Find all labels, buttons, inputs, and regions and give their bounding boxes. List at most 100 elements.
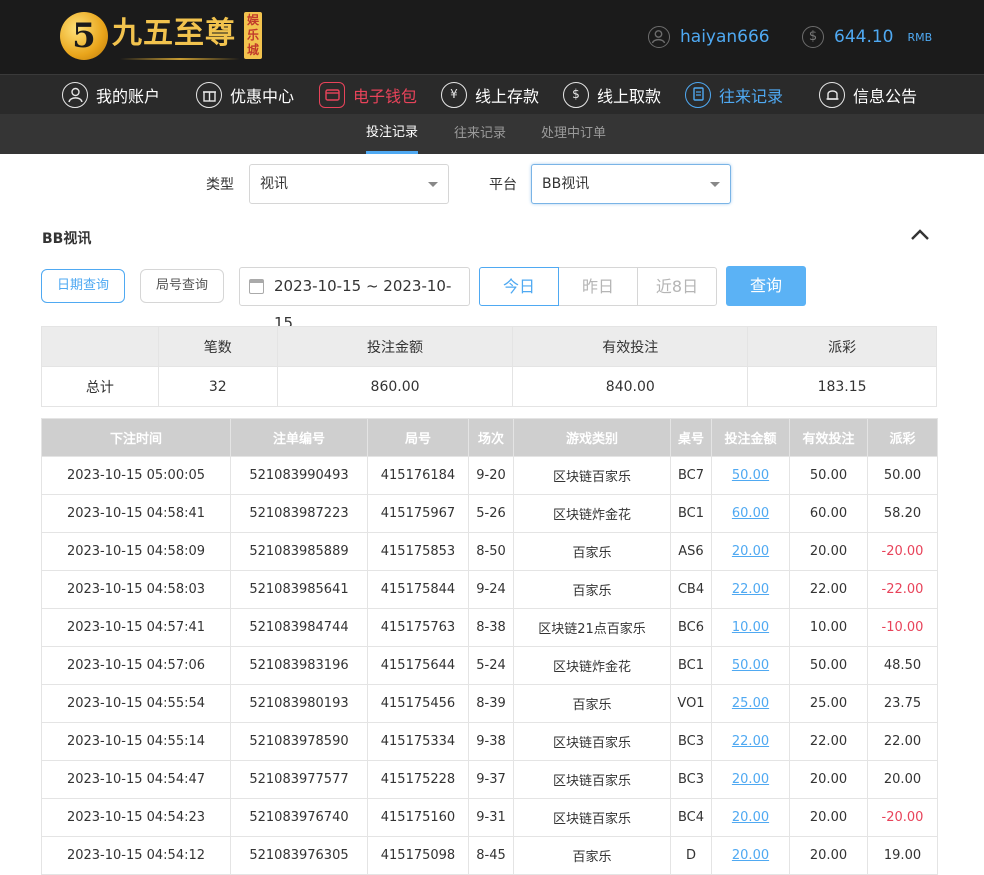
bet-amount-link[interactable]: 20.00 <box>711 532 790 571</box>
col-payout-cell: -20.00 <box>867 532 938 571</box>
col-game-type-cell: 百家乐 <box>513 532 671 571</box>
col-bet-id-header: 注单编号 <box>230 418 368 457</box>
summary-header <box>41 326 159 367</box>
bet-amount-link[interactable]: 20.00 <box>711 836 790 875</box>
today-button[interactable]: 今日 <box>479 267 559 306</box>
bell-icon <box>819 82 845 108</box>
col-valid-bet-cell: 20.00 <box>789 836 868 875</box>
user-icon <box>648 26 670 48</box>
col-bet-id-cell: 521083984744 <box>230 608 368 647</box>
balance-info[interactable]: $ 644.10 RMB <box>802 24 932 50</box>
logo-mark: 5 <box>60 12 108 60</box>
date-query-button[interactable]: 日期查询 <box>41 269 125 303</box>
bet-amount-link[interactable]: 50.00 <box>711 456 790 495</box>
col-payout-cell: 50.00 <box>867 456 938 495</box>
bet-amount-link[interactable]: 25.00 <box>711 684 790 723</box>
col-table-cell: VO1 <box>670 684 712 723</box>
bet-amount-link[interactable]: 20.00 <box>711 798 790 837</box>
bet-amount-link[interactable]: 10.00 <box>711 608 790 647</box>
bet-amount-link[interactable]: 22.00 <box>711 570 790 609</box>
col-table-cell: BC1 <box>670 494 712 533</box>
nav-announcements[interactable]: 信息公告 <box>819 79 917 111</box>
nav-label: 电子钱包 <box>353 87 418 106</box>
col-payout-cell: -10.00 <box>867 608 938 647</box>
table-row: 2023-10-15 04:54:47 521083977577 415175228… <box>41 760 938 799</box>
col-bet-time-cell: 2023-10-15 04:55:54 <box>41 684 231 723</box>
col-bet-id-cell: 521083977577 <box>230 760 368 799</box>
col-bet-time-cell: 2023-10-15 04:58:09 <box>41 532 231 571</box>
site-logo[interactable]: 5 九五至尊 娱乐城 <box>60 8 270 66</box>
col-bet-id-cell: 521083985641 <box>230 570 368 609</box>
col-game-type-cell: 区块链21点百家乐 <box>513 608 671 647</box>
bet-amount-link[interactable]: 60.00 <box>711 494 790 533</box>
col-session-cell: 8-45 <box>468 836 514 875</box>
tab-bet-records[interactable]: 投注记录 <box>366 114 419 154</box>
col-payout-cell: 23.75 <box>867 684 938 723</box>
table-row: 2023-10-15 05:00:05 521083990493 415176184… <box>41 456 938 495</box>
col-table-cell: BC3 <box>670 760 712 799</box>
search-button[interactable]: 查询 <box>726 266 806 306</box>
col-payout-cell: 48.50 <box>867 646 938 685</box>
nav-my-account[interactable]: 我的账户 <box>62 79 160 111</box>
last-8-days-button[interactable]: 近8日 <box>637 267 717 306</box>
bet-amount-link[interactable]: 20.00 <box>711 760 790 799</box>
col-table-cell: BC6 <box>670 608 712 647</box>
col-table-cell: CB4 <box>670 570 712 609</box>
nav-label: 优惠中心 <box>230 87 295 106</box>
round-query-button[interactable]: 局号查询 <box>140 269 224 303</box>
col-payout-cell: 19.00 <box>867 836 938 875</box>
col-payout-cell: -20.00 <box>867 798 938 837</box>
summary-header: 投注金额 <box>276 326 514 367</box>
col-bet-id-cell: 521083976305 <box>230 836 368 875</box>
tab-pending-orders[interactable]: 处理中订单 <box>541 114 606 154</box>
col-table-header: 桌号 <box>670 418 712 457</box>
col-session-cell: 8-38 <box>468 608 514 647</box>
nav-online-withdraw[interactable]: $ 线上取款 <box>563 79 661 111</box>
col-payout-cell: 58.20 <box>867 494 938 533</box>
bet-amount-link[interactable]: 22.00 <box>711 722 790 761</box>
platform-label: 平台 <box>489 177 517 193</box>
nav-label: 线上取款 <box>597 87 662 106</box>
nav-transaction-records[interactable]: 往来记录 <box>685 79 783 111</box>
balance-currency: RMB <box>907 30 933 44</box>
col-game-type-cell: 区块链炸金花 <box>513 646 671 685</box>
col-round-cell: 415175967 <box>367 494 469 533</box>
nav-promotions[interactable]: 优惠中心 <box>196 79 294 111</box>
date-range-input[interactable]: 2023-10-15 ~ 2023-10-15 <box>239 267 470 332</box>
summary-cell: 860.00 <box>276 366 514 407</box>
user-info[interactable]: haiyan666 <box>648 24 770 50</box>
date-range-value: 2023-10-15 ~ 2023-10-15 <box>274 277 452 332</box>
nav-online-deposit[interactable]: ¥ 线上存款 <box>441 79 539 111</box>
col-game-type-cell: 区块链百家乐 <box>513 760 671 799</box>
bet-amount-link[interactable]: 50.00 <box>711 646 790 685</box>
col-game-type-cell: 百家乐 <box>513 684 671 723</box>
yesterday-button[interactable]: 昨日 <box>558 267 638 306</box>
top-header: 5 九五至尊 娱乐城 haiyan666 $ 644.10 RMB <box>0 0 984 74</box>
logo-name: 九五至尊 <box>112 16 236 51</box>
col-table-cell: BC7 <box>670 456 712 495</box>
summary-header: 派彩 <box>747 326 937 367</box>
col-session-header: 场次 <box>468 418 514 457</box>
table-row: 2023-10-15 04:54:23 521083976740 415175160… <box>41 798 938 837</box>
gift-icon <box>196 82 222 108</box>
tab-transactions[interactable]: 往来记录 <box>454 114 506 154</box>
col-round-cell: 415175456 <box>367 684 469 723</box>
calendar-icon <box>249 279 264 294</box>
col-bet-id-cell: 521083987223 <box>230 494 368 533</box>
chevron-up-icon[interactable] <box>910 228 930 242</box>
balance-value: 644.10 <box>834 27 894 47</box>
nav-e-wallet[interactable]: 电子钱包 <box>319 79 417 111</box>
col-bet-time-cell: 2023-10-15 04:55:14 <box>41 722 231 761</box>
col-bet-time-header: 下注时间 <box>41 418 231 457</box>
nav-label: 信息公告 <box>853 87 918 106</box>
col-bet-time-cell: 2023-10-15 04:58:03 <box>41 570 231 609</box>
col-round-cell: 415176184 <box>367 456 469 495</box>
col-session-cell: 9-24 <box>468 570 514 609</box>
withdraw-icon: $ <box>563 82 589 108</box>
col-session-cell: 9-31 <box>468 798 514 837</box>
type-select[interactable]: 视讯 <box>249 164 449 204</box>
chevron-down-icon <box>710 182 720 187</box>
platform-select[interactable]: BB视讯 <box>531 164 731 204</box>
col-session-cell: 9-20 <box>468 456 514 495</box>
dollar-icon: $ <box>802 26 824 48</box>
